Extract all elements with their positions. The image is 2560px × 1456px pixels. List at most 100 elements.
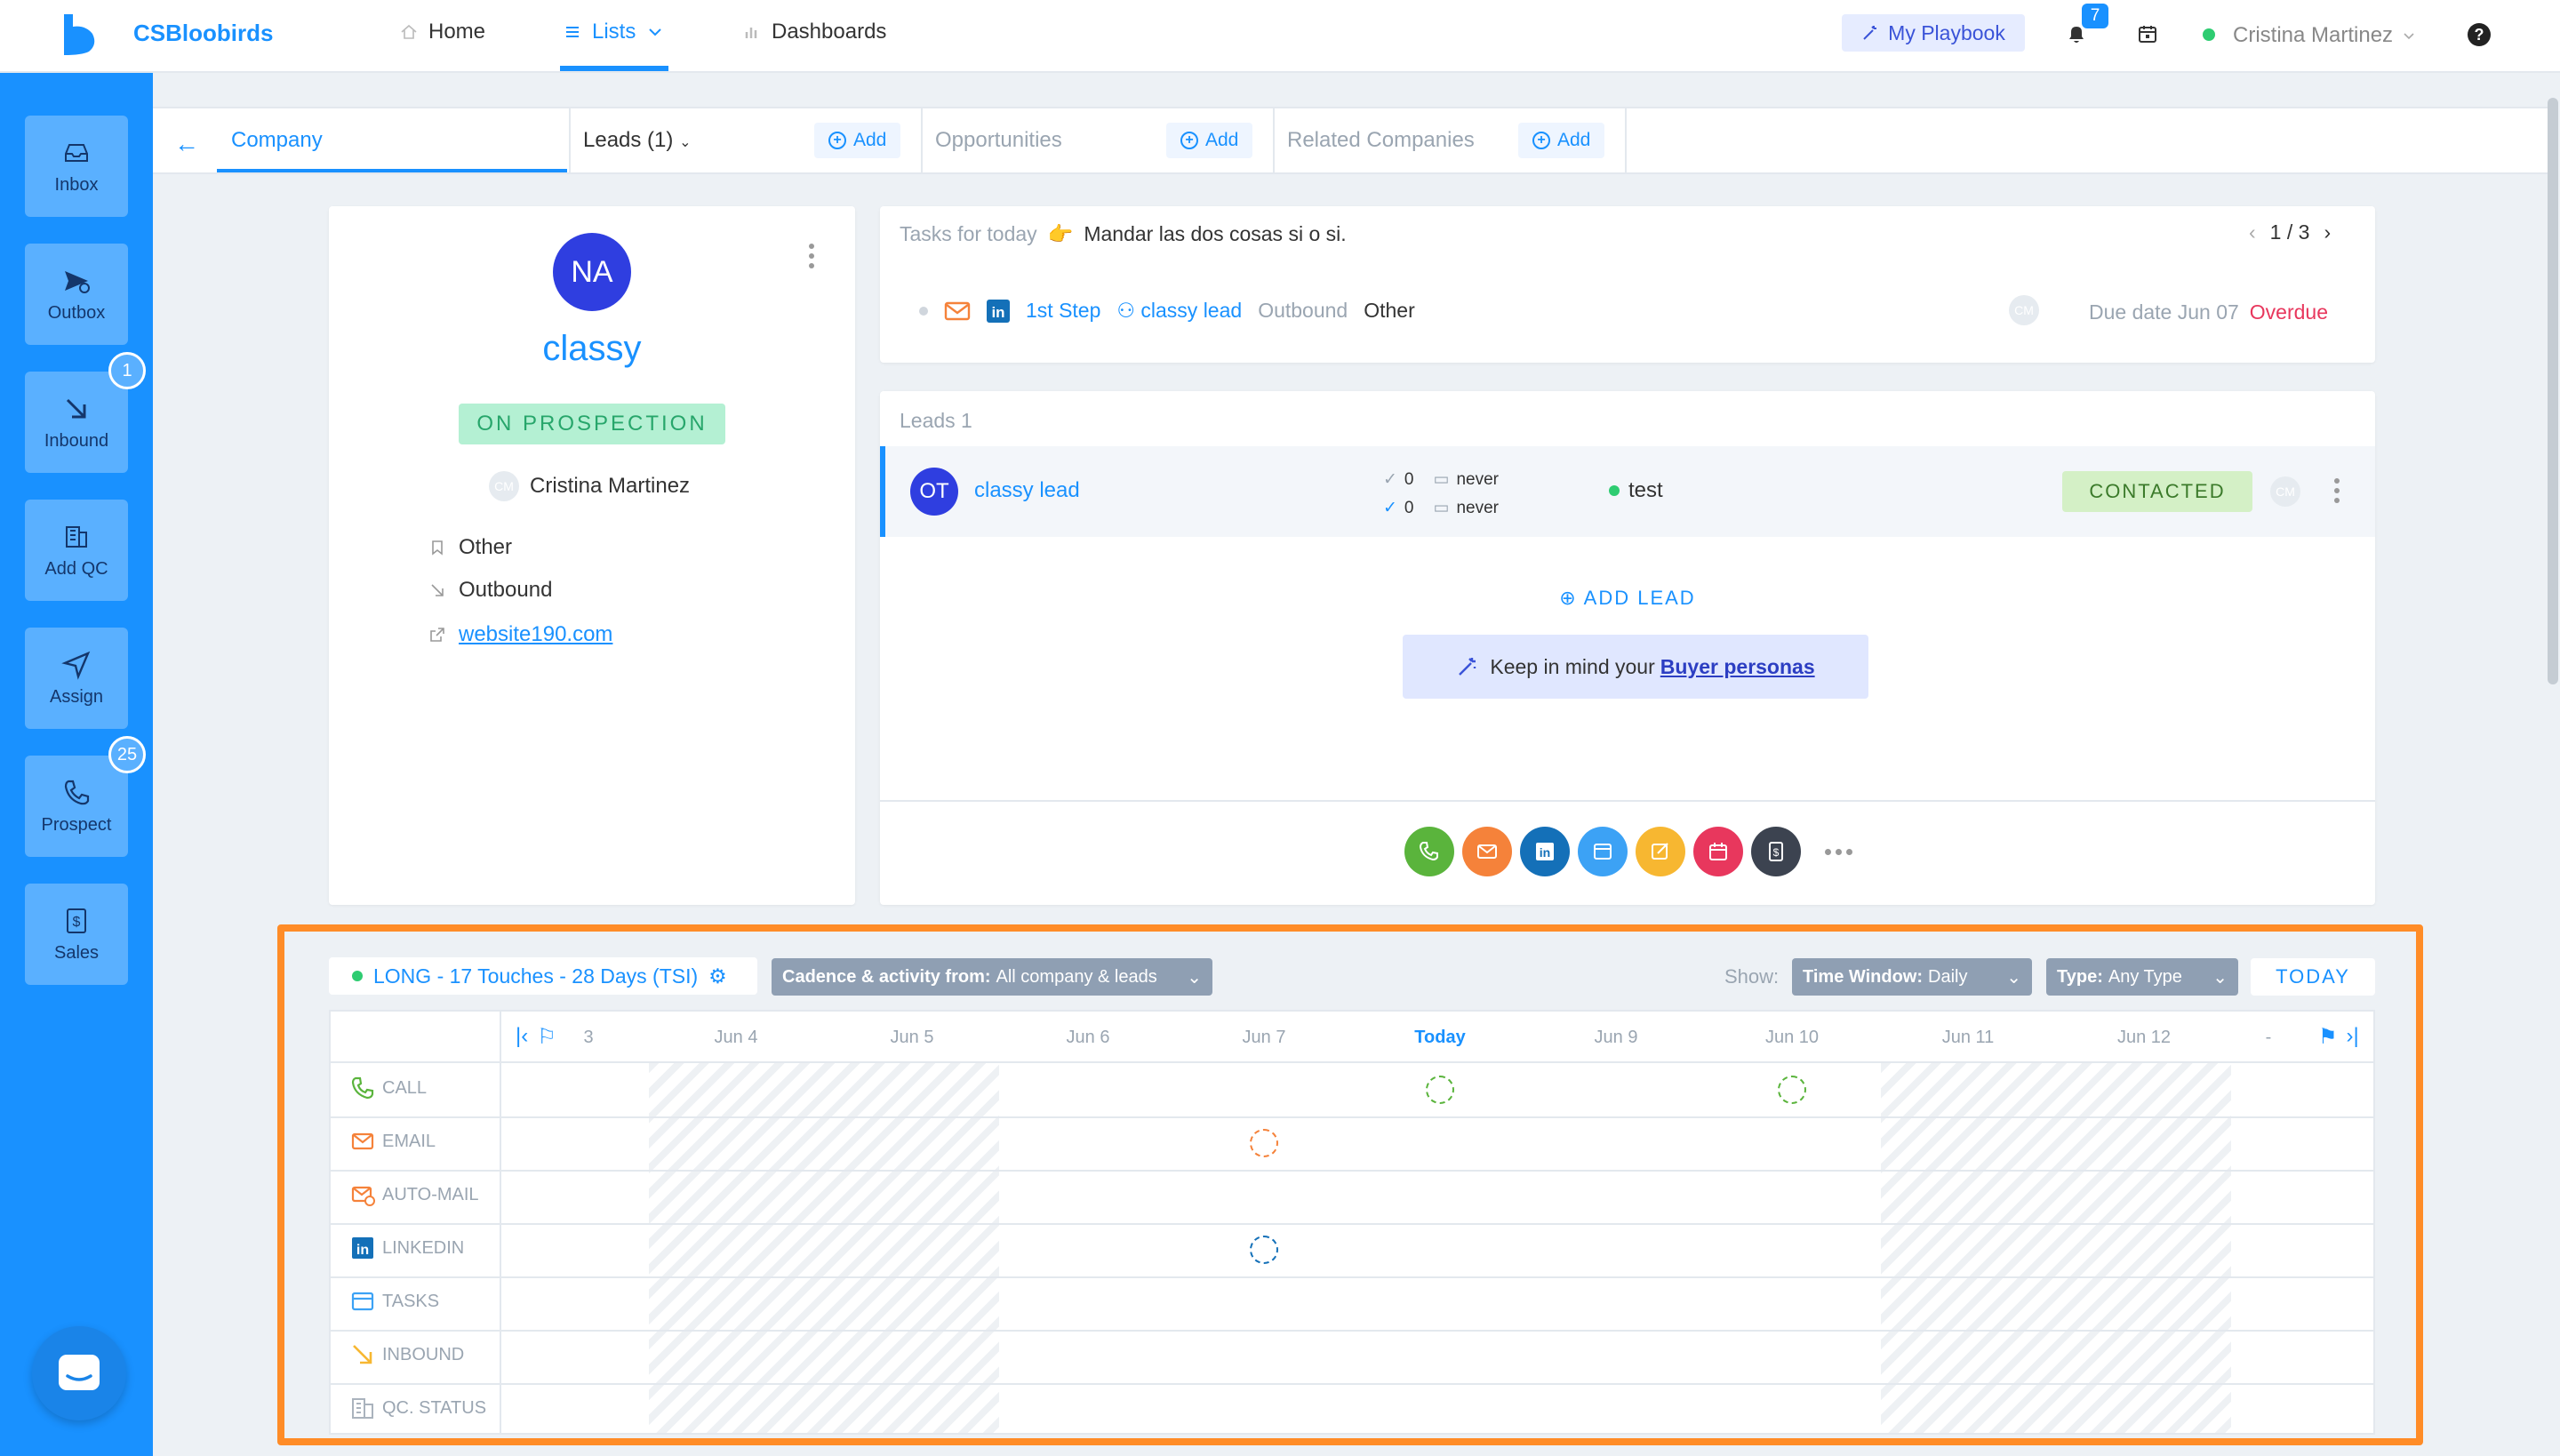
website-link[interactable]: website190.com bbox=[459, 622, 612, 647]
task-icon bbox=[1594, 844, 1612, 860]
timeline-end-controls: ⚑ ›| bbox=[2318, 1024, 2359, 1050]
more-options-icon[interactable] bbox=[809, 244, 814, 268]
sidebar-item-sales[interactable]: $ Sales bbox=[25, 884, 128, 985]
skip-to-start-icon[interactable]: |‹ bbox=[516, 1024, 528, 1050]
page-scrollbar[interactable] bbox=[2548, 98, 2558, 684]
bloobirds-logo-icon[interactable] bbox=[59, 14, 98, 55]
nav-dashboards-label: Dashboards bbox=[772, 20, 887, 44]
nav-lists-label: Lists bbox=[592, 20, 636, 44]
time-window-select[interactable]: Time Window: Daily ⌄ bbox=[1792, 958, 2032, 996]
show-label: Show: bbox=[1724, 965, 1780, 988]
my-playbook-button[interactable]: My Playbook bbox=[1842, 14, 2025, 52]
calendar-icon[interactable] bbox=[2137, 23, 2158, 44]
sidebar-item-assign[interactable]: Assign bbox=[25, 628, 128, 729]
chevron-down-icon bbox=[649, 28, 662, 36]
more-options-icon[interactable] bbox=[2334, 478, 2340, 503]
lead-status: test bbox=[1609, 478, 1663, 503]
task-step[interactable]: 1st Step bbox=[1026, 299, 1100, 323]
chat-launcher-button[interactable] bbox=[32, 1326, 126, 1420]
chevron-left-icon[interactable]: ‹ bbox=[2249, 220, 2256, 244]
task-due: Due date Jun 07 Overdue bbox=[2089, 300, 2328, 324]
stat-date: never bbox=[1456, 499, 1499, 517]
chevron-right-icon[interactable]: › bbox=[2324, 220, 2331, 244]
add-lead-label: ADD LEAD bbox=[1583, 587, 1696, 609]
svg-text:in: in bbox=[1540, 845, 1550, 860]
task-action-button[interactable] bbox=[1578, 827, 1628, 876]
sidebar-item-outbox[interactable]: Outbox bbox=[25, 244, 128, 345]
nav-home[interactable]: Home bbox=[400, 20, 485, 44]
skip-to-end-icon[interactable]: ›| bbox=[2347, 1024, 2359, 1050]
row-auto-mail: AUTO-MAIL bbox=[350, 1182, 479, 1207]
building-icon bbox=[352, 1398, 373, 1419]
person-icon: ⚇ bbox=[1116, 299, 1136, 322]
source-value: Other bbox=[459, 535, 513, 559]
scheduled-call-marker[interactable] bbox=[1426, 1076, 1454, 1104]
navigation-icon bbox=[61, 651, 91, 680]
task-row[interactable]: in 1st Step ⚇ classy lead Outbound Other bbox=[919, 299, 1415, 323]
linkedin-action-button[interactable]: in bbox=[1520, 827, 1570, 876]
stat-count: 0 bbox=[1404, 499, 1414, 517]
call-action-button[interactable] bbox=[1404, 827, 1454, 876]
note-action-button[interactable] bbox=[1636, 827, 1685, 876]
nav-lists[interactable]: Lists bbox=[564, 20, 664, 44]
user-name: Cristina Martinez bbox=[2233, 23, 2394, 47]
add-opportunity-button[interactable]: + Add bbox=[1166, 123, 1253, 158]
company-status-badge[interactable]: ON PROSPECTION bbox=[459, 404, 725, 444]
meeting-action-button[interactable] bbox=[1693, 827, 1743, 876]
sidebar-item-inbox[interactable]: Inbox bbox=[25, 116, 128, 217]
more-actions-icon[interactable] bbox=[1825, 848, 1852, 855]
sidebar-item-label: Add QC bbox=[44, 558, 108, 579]
day-header-today: Today bbox=[1414, 1028, 1466, 1047]
email-action-button[interactable] bbox=[1462, 827, 1512, 876]
email-icon bbox=[351, 1132, 374, 1150]
sales-action-button[interactable]: $ bbox=[1751, 827, 1801, 876]
scheduled-linkedin-marker[interactable] bbox=[1250, 1236, 1278, 1264]
sidebar-item-label: Inbox bbox=[54, 174, 99, 195]
help-icon[interactable]: ? bbox=[2468, 23, 2491, 46]
scheduled-email-marker[interactable] bbox=[1250, 1129, 1278, 1157]
scheduled-call-marker[interactable] bbox=[1778, 1076, 1806, 1104]
day-header: Jun 11 bbox=[1941, 1028, 1995, 1047]
task-category: Other bbox=[1364, 299, 1415, 322]
buyer-personas-hint: Keep in mind your Buyer personas bbox=[1403, 635, 1868, 699]
buyer-personas-link[interactable]: Buyer personas bbox=[1660, 655, 1815, 679]
task-type: Outbound bbox=[1258, 299, 1348, 322]
day-header: Jun 10 bbox=[1764, 1028, 1820, 1047]
lead-name[interactable]: classy lead bbox=[974, 478, 1080, 503]
tab-opportunities[interactable]: Opportunities bbox=[935, 128, 1062, 153]
notifications-badge: 7 bbox=[2082, 4, 2108, 28]
today-button[interactable]: TODAY bbox=[2251, 958, 2375, 996]
task-lead[interactable]: ⚇ classy lead bbox=[1116, 299, 1242, 323]
user-menu[interactable]: Cristina Martinez bbox=[2233, 23, 2416, 48]
tab-leads[interactable]: Leads (1) ⌄ bbox=[583, 128, 691, 153]
lead-avatar: OT bbox=[910, 468, 958, 516]
cadence-name-pill[interactable]: LONG - 17 Touches - 28 Days (TSI) ⚙ bbox=[329, 957, 757, 995]
prospect-count-badge: 25 bbox=[108, 736, 146, 773]
tab-company[interactable]: Company bbox=[217, 108, 567, 172]
gear-icon[interactable]: ⚙ bbox=[708, 964, 727, 988]
lead-row[interactable]: OT classy lead ✓ 0 ▭ never ✓ 0 ▭ never test CO… bbox=[880, 446, 2375, 537]
brand-name[interactable]: CSBloobirds bbox=[133, 20, 273, 47]
back-arrow-icon[interactable]: ← bbox=[174, 130, 199, 158]
avatar: CM bbox=[2009, 295, 2039, 325]
tab-leads-label: Leads (1) bbox=[583, 128, 674, 152]
sidebar-item-prospect[interactable]: Prospect bbox=[25, 756, 128, 857]
add-lead-tab-button[interactable]: + Add bbox=[814, 123, 901, 158]
phone-icon bbox=[1419, 842, 1438, 861]
flag-icon[interactable]: ⚑ bbox=[2318, 1024, 2338, 1050]
tab-related-companies[interactable]: Related Companies bbox=[1287, 128, 1475, 153]
lead-contact-status-badge[interactable]: CONTACTED bbox=[2062, 471, 2252, 512]
my-playbook-label: My Playbook bbox=[1888, 20, 2005, 44]
leads-card: Leads 1 OT classy lead ✓ 0 ▭ never ✓ 0 ▭ never… bbox=[880, 391, 2375, 905]
cadence-activity-filter[interactable]: Cadence & activity from: All company & l… bbox=[772, 958, 1212, 996]
sidebar-item-label: Sales bbox=[53, 942, 100, 963]
add-lead-button[interactable]: ⊕ ADD LEAD bbox=[880, 587, 2375, 610]
sidebar-item-add-qc[interactable]: Add QC bbox=[25, 500, 128, 601]
row-label-text: QC. STATUS bbox=[382, 1397, 487, 1418]
nav-dashboards[interactable]: Dashboards bbox=[743, 20, 886, 44]
add-related-company-button[interactable]: + Add bbox=[1518, 123, 1605, 158]
type-select[interactable]: Type: Any Type ⌄ bbox=[2046, 958, 2238, 996]
arrow-down-right-icon bbox=[353, 1345, 372, 1364]
sidebar-item-inbound[interactable]: Inbound bbox=[25, 372, 128, 473]
task-lead-name: classy lead bbox=[1140, 299, 1243, 322]
